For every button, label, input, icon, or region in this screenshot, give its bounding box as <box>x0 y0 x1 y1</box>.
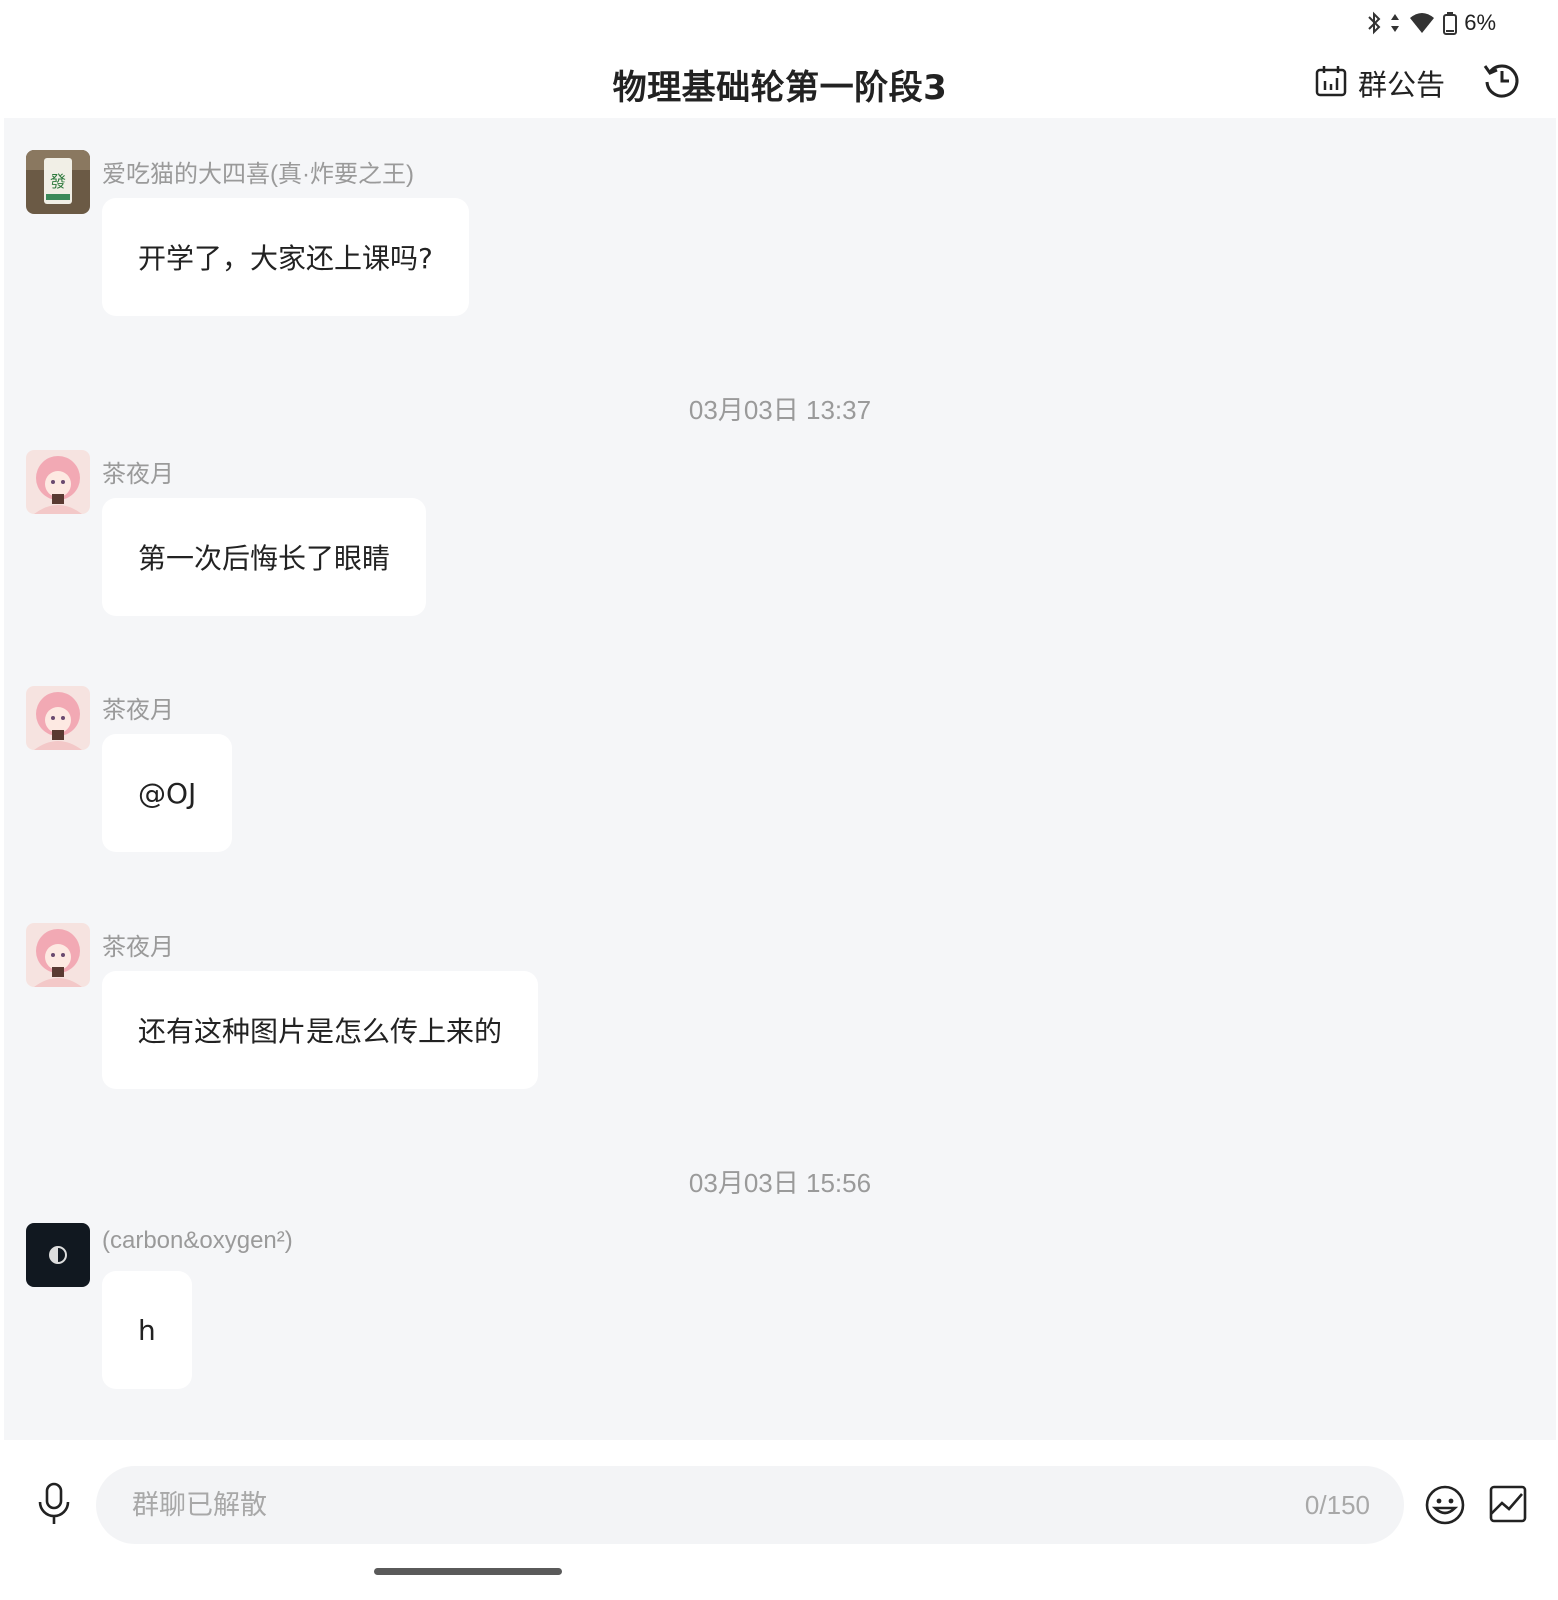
group-notice-label: 群公告 <box>1358 68 1446 102</box>
app-window: 6% 物理基础轮第一阶段3 群公告 發 爱吃猫的大四喜(真·炸要之王) 开学了，… <box>4 0 1556 1600</box>
sender-name: 茶夜月 <box>102 461 174 488</box>
message-bubble[interactable]: 第一次后悔长了眼睛 <box>102 498 427 616</box>
message-bubble[interactable]: @OJ <box>102 734 233 852</box>
message-timestamp: 03月03日 15:56 <box>688 1168 872 1198</box>
message-input-box[interactable]: 0/150 <box>96 1466 1404 1544</box>
sender-name: 茶夜月 <box>102 697 174 724</box>
bluetooth-icon <box>1366 10 1382 36</box>
input-bar: 0/150 <box>4 1440 1556 1570</box>
anime-girl-avatar[interactable] <box>26 686 90 750</box>
emoji-icon <box>1424 1485 1466 1530</box>
history-button[interactable] <box>1482 60 1522 104</box>
message-bubble[interactable]: h <box>102 1271 192 1389</box>
svg-text:發: 發 <box>50 172 66 191</box>
microphone-icon <box>36 1482 72 1530</box>
battery-percentage: 6% <box>1464 10 1496 35</box>
data-arrows-icon <box>1388 10 1402 36</box>
message-bubble[interactable]: 开学了，大家还上课吗? <box>102 198 469 316</box>
message-bubble[interactable]: 还有这种图片是怎么传上来的 <box>102 971 539 1089</box>
mahjong-tile-avatar[interactable]: 發 <box>26 150 90 214</box>
sender-name: 爱吃猫的大四喜(真·炸要之王) <box>102 161 414 188</box>
history-icon <box>1482 64 1522 104</box>
character-counter: 0/150 <box>1304 1489 1370 1520</box>
status-bar: 6% <box>1366 6 1496 40</box>
anime-girl-avatar[interactable] <box>26 450 90 514</box>
dark-avatar[interactable] <box>26 1223 90 1287</box>
message-list[interactable]: 發 爱吃猫的大四喜(真·炸要之王) 开学了，大家还上课吗? 03月03日 13:… <box>4 118 1556 1440</box>
message-timestamp: 03月03日 13:37 <box>688 395 872 425</box>
calendar-icon <box>1314 64 1348 102</box>
home-indicator[interactable] <box>374 1568 562 1575</box>
image-icon <box>1488 1485 1528 1528</box>
message-input[interactable] <box>130 1488 1034 1522</box>
chat-header: 物理基础轮第一阶段3 群公告 <box>4 40 1556 118</box>
sender-name: 茶夜月 <box>102 934 174 961</box>
voice-button[interactable] <box>36 1482 72 1530</box>
group-notice-button[interactable]: 群公告 <box>1314 62 1445 104</box>
wifi-icon <box>1408 10 1436 36</box>
image-button[interactable] <box>1488 1484 1528 1528</box>
emoji-button[interactable] <box>1424 1484 1466 1530</box>
anime-girl-avatar[interactable] <box>26 923 90 987</box>
battery-icon <box>1442 10 1458 36</box>
sender-name: (carbon&oxygen²) <box>102 1227 293 1254</box>
